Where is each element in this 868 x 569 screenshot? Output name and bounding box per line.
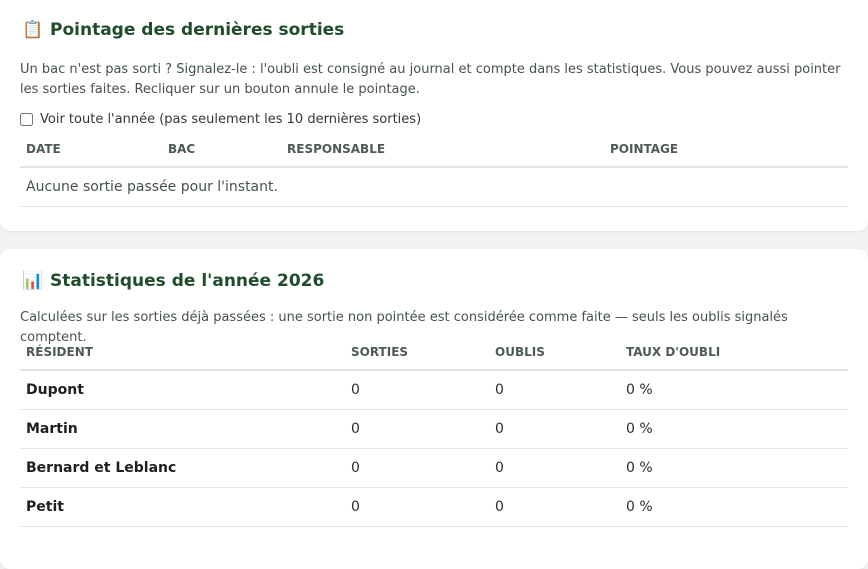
col-resident[interactable]: RÉSIDENT — [20, 345, 345, 371]
resident-name: Martin — [20, 409, 345, 449]
pointage-title: 📋 Pointage des dernières sorties — [22, 20, 344, 40]
resident-name: Petit — [20, 487, 345, 527]
table-row: Bernard et Leblanc 0 0 0 % — [20, 448, 848, 488]
empty-row: Aucune sortie passée pour l'instant. — [20, 167, 848, 207]
col-pointage[interactable]: POINTAGE — [604, 142, 848, 168]
taux-oubli: 0 % — [620, 409, 848, 449]
taux-oubli: 0 % — [620, 370, 848, 410]
sorties-count: 0 — [345, 448, 489, 488]
stats-description: Calculées sur les sorties déjà passées :… — [20, 310, 788, 345]
full-year-toggle[interactable]: Voir toute l'année (pas seulement les 10… — [20, 112, 421, 127]
sorties-count: 0 — [345, 370, 489, 410]
stats-card: 📊 Statistiques de l'année 2026 Calculées… — [0, 249, 868, 569]
taux-oubli: 0 % — [620, 487, 848, 527]
oublis-count: 0 — [489, 370, 620, 410]
pointage-table: DATE BAC RESPONSABLE POINTAGE Aucune sor… — [20, 142, 848, 207]
col-bac[interactable]: BAC — [162, 142, 281, 168]
clipboard-icon: 📋 — [22, 20, 44, 40]
stats-title: 📊 Statistiques de l'année 2026 — [22, 271, 324, 291]
table-row: Dupont 0 0 0 % — [20, 370, 848, 410]
col-responsable[interactable]: RESPONSABLE — [281, 142, 604, 168]
resident-name: Bernard et Leblanc — [20, 448, 345, 488]
oublis-count: 0 — [489, 409, 620, 449]
table-row: Petit 0 0 0 % — [20, 487, 848, 527]
full-year-checkbox[interactable] — [20, 113, 33, 126]
empty-message: Aucune sortie passée pour l'instant. — [20, 167, 848, 207]
stats-header-row: RÉSIDENT SORTIES OUBLIS TAUX D'OUBLI — [20, 345, 848, 371]
oublis-count: 0 — [489, 448, 620, 488]
oublis-count: 0 — [489, 487, 620, 527]
col-taux[interactable]: TAUX D'OUBLI — [620, 345, 848, 371]
resident-name: Dupont — [20, 370, 345, 410]
sorties-count: 0 — [345, 487, 489, 527]
stats-title-text: Statistiques de l'année 2026 — [50, 271, 325, 291]
bar-chart-icon: 📊 — [22, 271, 44, 291]
table-row: Martin 0 0 0 % — [20, 409, 848, 449]
col-date[interactable]: DATE — [20, 142, 162, 168]
pointage-header-row: DATE BAC RESPONSABLE POINTAGE — [20, 142, 848, 168]
stats-table: RÉSIDENT SORTIES OUBLIS TAUX D'OUBLI Dup… — [20, 345, 848, 527]
pointage-card: 📋 Pointage des dernières sorties Un bac … — [0, 0, 868, 231]
pointage-description: Un bac n'est pas sorti ? Signalez-le : l… — [20, 62, 841, 97]
taux-oubli: 0 % — [620, 448, 848, 488]
col-oublis[interactable]: OUBLIS — [489, 345, 620, 371]
sorties-count: 0 — [345, 409, 489, 449]
col-sorties[interactable]: SORTIES — [345, 345, 489, 371]
pointage-title-text: Pointage des dernières sorties — [50, 20, 345, 40]
full-year-label: Voir toute l'année (pas seulement les 10… — [40, 112, 422, 127]
